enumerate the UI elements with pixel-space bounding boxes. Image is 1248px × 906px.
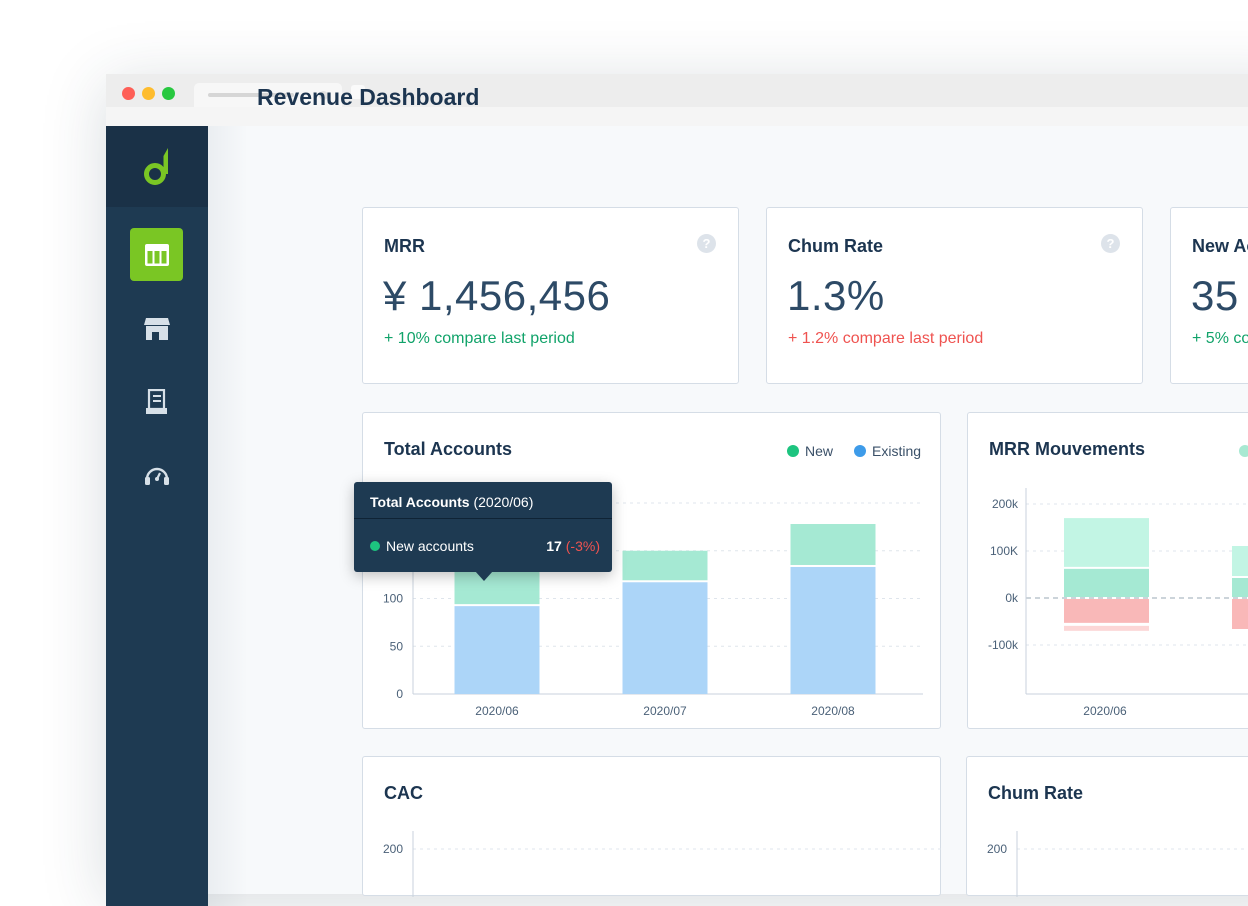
sidebar-item-support[interactable] bbox=[130, 449, 183, 502]
bar-existing bbox=[622, 582, 708, 694]
churn-rate-card: Chum Rate 200 bbox=[966, 756, 1248, 897]
maximize-window-button[interactable] bbox=[162, 87, 175, 100]
tooltip-header: Total Accounts (2020/06) bbox=[354, 482, 612, 519]
minimize-window-button[interactable] bbox=[142, 87, 155, 100]
mrr-movements-card: MRR Mouvements 200k 100K 0k -100k 2020/06 bbox=[967, 412, 1248, 729]
churn-rate-chart: 200 bbox=[987, 831, 1248, 897]
x-tick-label: 2020/06 bbox=[475, 704, 519, 718]
y-tick-label: 0k bbox=[1005, 591, 1019, 605]
tooltip-title: Total Accounts bbox=[370, 494, 470, 510]
kpi-value: 1.3% bbox=[787, 272, 885, 319]
sidebar-item-dashboard[interactable] bbox=[130, 228, 183, 281]
bar-new-mrr bbox=[1064, 568, 1149, 597]
x-tick-label: 2020/07 bbox=[643, 704, 687, 718]
support-headset-icon bbox=[144, 467, 169, 485]
cac-card: CAC 200 bbox=[362, 756, 942, 897]
bar-expansion-mrr bbox=[1232, 546, 1248, 576]
kpi-label: New Ac bbox=[1192, 236, 1248, 256]
y-tick-label: -100k bbox=[988, 638, 1019, 652]
x-tick-label: 2020/06 bbox=[1083, 704, 1127, 718]
bar-new-mrr bbox=[1232, 578, 1248, 597]
kpi-delta: + 10% compare last period bbox=[384, 330, 575, 347]
kpi-delta: + 1.2% compare last period bbox=[788, 330, 984, 347]
bar-new bbox=[622, 550, 708, 581]
store-icon bbox=[143, 317, 170, 340]
receipt-icon bbox=[145, 388, 167, 414]
sidebar-shadow bbox=[208, 126, 248, 906]
bar-expansion-mrr bbox=[1064, 518, 1149, 567]
tooltip-row-value: 17 bbox=[546, 538, 562, 554]
d-logo-icon bbox=[144, 148, 168, 185]
bar-churn-mrr bbox=[1064, 599, 1149, 623]
y-tick-label: 100K bbox=[990, 544, 1018, 558]
y-tick-label: 200k bbox=[992, 497, 1019, 511]
kpi-value: ¥ 1,456,456 bbox=[383, 272, 611, 319]
sidebar bbox=[106, 126, 208, 906]
cac-chart: 200 bbox=[383, 831, 942, 897]
tooltip-swatch bbox=[370, 541, 380, 551]
sidebar-item-store[interactable] bbox=[130, 302, 183, 355]
y-tick-label: 50 bbox=[390, 639, 404, 653]
table-icon bbox=[144, 243, 169, 266]
mrr-movements-chart: 200k 100K 0k -100k 2020/06 bbox=[988, 488, 1248, 718]
help-icon[interactable]: ? bbox=[697, 234, 716, 253]
kpi-delta: + 5% co bbox=[1192, 330, 1248, 347]
x-tick-label: 2020/08 bbox=[811, 704, 855, 718]
y-tick-label: 100 bbox=[383, 592, 403, 606]
bar-contraction-mrr bbox=[1064, 625, 1149, 631]
chart-tooltip: Total Accounts (2020/06) New accounts 17… bbox=[354, 482, 612, 581]
bar-existing bbox=[790, 566, 876, 694]
kpi-label: MRR bbox=[384, 236, 425, 256]
y-tick-label: 0 bbox=[396, 687, 403, 701]
kpi-card-new-accounts: New Ac 35 + 5% co bbox=[1170, 207, 1248, 384]
bar-new bbox=[790, 524, 876, 565]
bar-churn-mrr bbox=[1232, 599, 1248, 629]
help-icon[interactable]: ? bbox=[1101, 234, 1120, 253]
sidebar-item-billing[interactable] bbox=[130, 375, 183, 428]
bar-new bbox=[454, 567, 540, 605]
page-title: Revenue Dashboard bbox=[257, 84, 480, 110]
tooltip-row: New accounts 17 (-3%) bbox=[370, 538, 600, 554]
tooltip-row-label: New accounts bbox=[386, 538, 474, 554]
kpi-label: Chum Rate bbox=[788, 236, 884, 256]
tooltip-period: (2020/06) bbox=[473, 494, 534, 510]
tooltip-arrow bbox=[475, 571, 493, 581]
close-window-button[interactable] bbox=[122, 87, 135, 100]
tooltip-row-change: (-3%) bbox=[565, 538, 600, 554]
kpi-value: 35 bbox=[1191, 272, 1239, 319]
logo[interactable] bbox=[106, 126, 208, 207]
kpi-card-churn-rate: Chum Rate ? 1.3% + 1.2% compare last per… bbox=[766, 207, 1143, 384]
kpi-card-mrr: MRR ? ¥ 1,456,456 + 10% compare last per… bbox=[362, 207, 739, 384]
bar-existing bbox=[454, 606, 540, 694]
